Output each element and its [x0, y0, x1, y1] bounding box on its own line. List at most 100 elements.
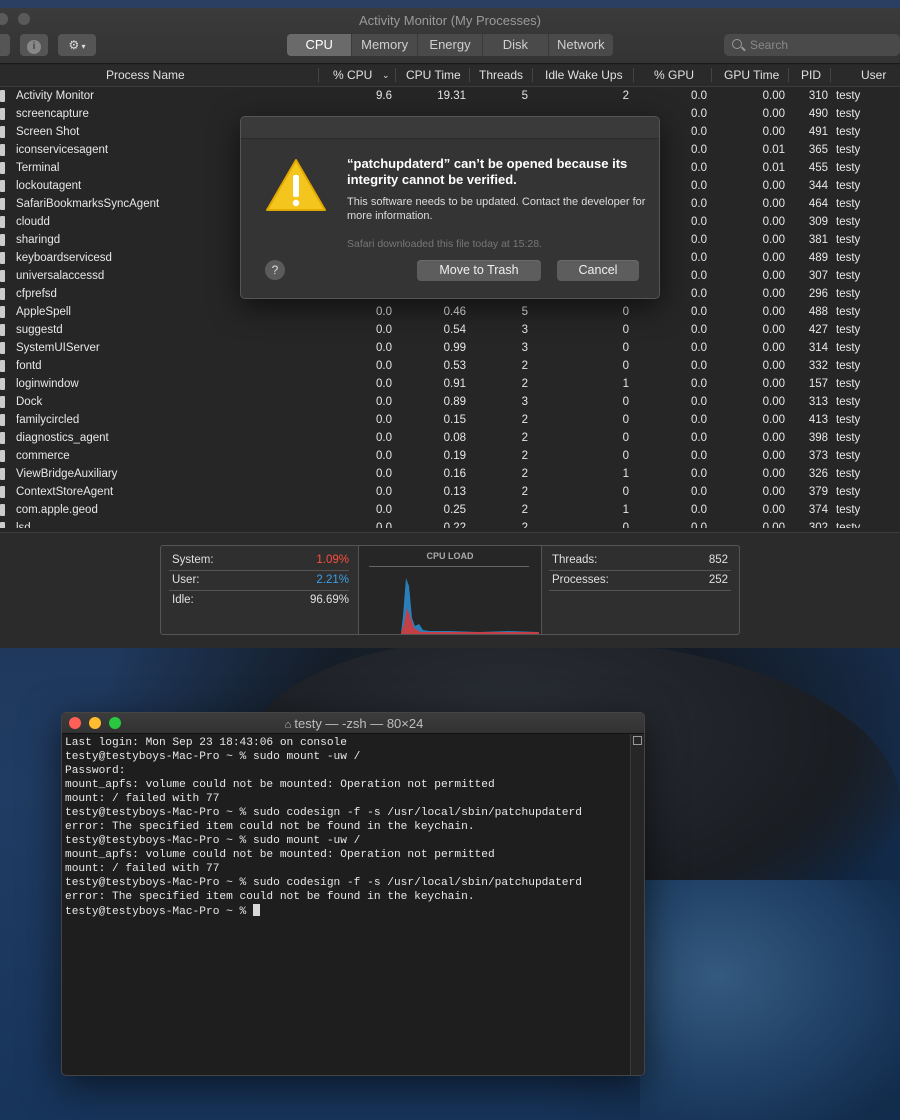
- column-gpu[interactable]: % GPU: [654, 68, 694, 82]
- process-icon: [0, 252, 5, 264]
- table-row[interactable]: Activity Monitor 9.6 19.31 5 2 0.0 0.00 310 test…: [0, 88, 900, 106]
- column-gpu-time[interactable]: GPU Time: [724, 68, 779, 82]
- terminal-line: testy@testyboys-Mac-Pro ~ % sudo codesig…: [65, 876, 630, 890]
- table-row[interactable]: ContextStoreAgent 0.0 0.13 2 0 0.0 0.00 379 test…: [0, 484, 900, 502]
- threads-value: 852: [708, 554, 728, 566]
- terminal-line-text: testy@testyboys-Mac-Pro ~ % sudo mount -…: [65, 835, 361, 847]
- user-label: User:: [172, 574, 200, 586]
- cell-cpu-time: 0.15: [443, 414, 466, 426]
- column-divider: [788, 68, 789, 82]
- column-cpu-time[interactable]: CPU Time: [406, 68, 461, 82]
- cell-threads: 2: [521, 522, 528, 528]
- tab-disk[interactable]: Disk: [483, 34, 549, 56]
- cpu-load-graph: CPU LOAD: [359, 546, 541, 634]
- table-row[interactable]: commerce 0.0 0.19 2 0 0.0 0.00 373 testy: [0, 448, 900, 466]
- cell-cpu-time: 0.16: [443, 468, 466, 480]
- terminal-line-text: Password:: [65, 765, 126, 777]
- table-row[interactable]: Dock 0.0 0.89 3 0 0.0 0.00 313 testy: [0, 394, 900, 412]
- cell-gpu-time: 0.00: [762, 270, 785, 282]
- terminal-titlebar: ⌂ testy — -zsh — 80×24: [62, 713, 644, 734]
- column-divider: [395, 68, 396, 82]
- process-name: Terminal: [16, 162, 60, 174]
- cell-idle: 0: [622, 522, 629, 528]
- terminal-line-text: mount: / failed with 77: [65, 793, 220, 805]
- cell-gpu-time: 0.00: [762, 324, 785, 336]
- column-user[interactable]: User: [861, 68, 886, 82]
- tab-energy[interactable]: Energy: [418, 34, 484, 56]
- table-row[interactable]: com.apple.geod 0.0 0.25 2 1 0.0 0.00 374 testy: [0, 502, 900, 520]
- terminal-scrollbar[interactable]: [630, 734, 644, 1075]
- table-row[interactable]: lsd 0.0 0.22 2 0 0.0 0.00 302 testy: [0, 520, 900, 528]
- terminal-line: testy@testyboys-Mac-Pro ~ %: [65, 904, 630, 919]
- warning-icon: [266, 159, 326, 211]
- process-name: SystemUIServer: [16, 342, 100, 354]
- cell-pid: 489: [808, 252, 828, 264]
- cell-cpu: 0.0: [376, 342, 392, 354]
- cell-cpu: 0.0: [376, 486, 392, 498]
- wallpaper-sea: [640, 880, 900, 1120]
- table-row[interactable]: loginwindow 0.0 0.91 2 1 0.0 0.00 157 testy: [0, 376, 900, 394]
- cancel-button[interactable]: Cancel: [557, 260, 639, 281]
- column-idle-wake-ups[interactable]: Idle Wake Ups: [545, 68, 623, 82]
- table-row[interactable]: SystemUIServer 0.0 0.99 3 0 0.0 0.00 314 testy: [0, 340, 900, 358]
- cell-pid: 313: [808, 396, 828, 408]
- table-row[interactable]: diagnostics_agent 0.0 0.08 2 0 0.0 0.00 398 test…: [0, 430, 900, 448]
- column-cpu[interactable]: % CPU: [333, 68, 372, 82]
- cell-gpu-time: 0.00: [762, 180, 785, 192]
- table-row[interactable]: suggestd 0.0 0.54 3 0 0.0 0.00 427 testy: [0, 322, 900, 340]
- tab-network[interactable]: Network: [549, 34, 613, 56]
- process-icon: [0, 126, 5, 138]
- dialog-download-note: Safari downloaded this file today at 15:…: [347, 238, 542, 250]
- tab-cpu[interactable]: CPU: [287, 34, 353, 56]
- gatekeeper-alert-dialog: “patchupdaterd” can’t be opened because …: [240, 116, 660, 299]
- cell-gpu-time: 0.00: [762, 468, 785, 480]
- process-icon: [0, 450, 5, 462]
- column-threads[interactable]: Threads: [479, 68, 523, 82]
- cell-user: testy: [836, 504, 861, 516]
- cell-user: testy: [836, 180, 861, 192]
- help-button[interactable]: ?: [265, 260, 285, 280]
- cell-gpu: 0.0: [691, 468, 707, 480]
- stop-process-button[interactable]: [0, 34, 10, 56]
- cell-gpu-time: 0.00: [762, 486, 785, 498]
- cell-threads: 2: [521, 486, 528, 498]
- table-row[interactable]: ViewBridgeAuxiliary 0.0 0.16 2 1 0.0 0.00 326 te…: [0, 466, 900, 484]
- processes-label: Processes:: [552, 574, 609, 586]
- cell-cpu: 0.0: [376, 306, 392, 318]
- activity-monitor-window: Activity Monitor (My Processes) i ⚙ ▾ CP…: [0, 8, 900, 648]
- cell-pid: 296: [808, 288, 828, 300]
- divider: [541, 546, 542, 634]
- cell-cpu-time: 19.31: [437, 90, 466, 102]
- move-to-trash-button[interactable]: Move to Trash: [417, 260, 541, 281]
- terminal-output[interactable]: Last login: Mon Sep 23 18:43:06 on conso…: [65, 736, 630, 1072]
- terminal-line-text: mount_apfs: volume could not be mounted:…: [65, 849, 495, 861]
- process-name: cfprefsd: [16, 288, 57, 300]
- cell-gpu-time: 0.00: [762, 360, 785, 372]
- process-icon: [0, 324, 5, 336]
- cell-pid: 344: [808, 180, 828, 192]
- column-process-name[interactable]: Process Name: [106, 68, 185, 82]
- actions-menu-button[interactable]: ⚙ ▾: [58, 34, 96, 56]
- process-name: diagnostics_agent: [16, 432, 109, 444]
- cell-gpu: 0.0: [691, 522, 707, 528]
- cell-cpu: 0.0: [376, 468, 392, 480]
- cell-user: testy: [836, 126, 861, 138]
- terminal-line: Last login: Mon Sep 23 18:43:06 on conso…: [65, 736, 630, 750]
- table-row[interactable]: familycircled 0.0 0.15 2 0 0.0 0.00 413 testy: [0, 412, 900, 430]
- column-pid[interactable]: PID: [801, 68, 821, 82]
- process-icon: [0, 306, 5, 318]
- cell-pid: 365: [808, 144, 828, 156]
- info-button[interactable]: i: [20, 34, 48, 56]
- cell-pid: 332: [808, 360, 828, 372]
- tab-memory[interactable]: Memory: [352, 34, 418, 56]
- search-input[interactable]: Search: [724, 34, 900, 56]
- cpu-stats-box: System: 1.09% User: 2.21% Idle: 96.69% C…: [160, 545, 740, 635]
- system-label: System:: [172, 554, 214, 566]
- cell-cpu: 0.0: [376, 504, 392, 516]
- process-name: AppleSpell: [16, 306, 71, 318]
- cell-user: testy: [836, 162, 861, 174]
- column-divider: [532, 68, 533, 82]
- table-row[interactable]: AppleSpell 0.0 0.46 5 0 0.0 0.00 488 testy: [0, 304, 900, 322]
- table-row[interactable]: fontd 0.0 0.53 2 0 0.0 0.00 332 testy: [0, 358, 900, 376]
- cell-user: testy: [836, 198, 861, 210]
